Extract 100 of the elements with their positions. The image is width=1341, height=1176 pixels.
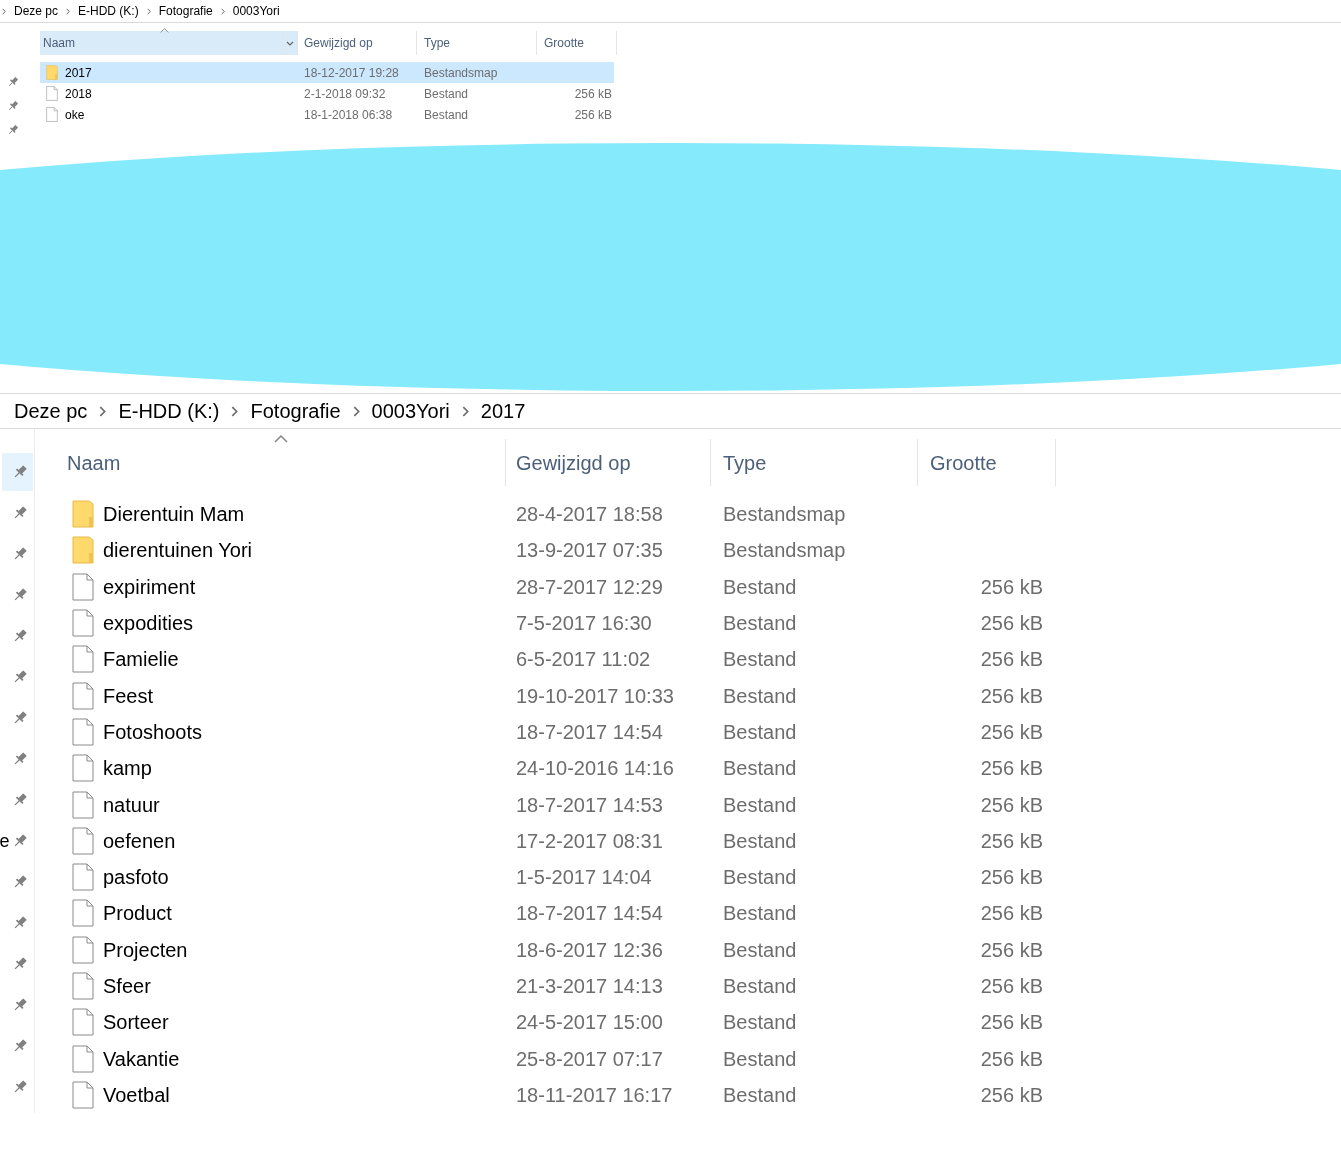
- file-size: 256 kB: [979, 719, 1044, 745]
- file-icon: [72, 609, 94, 638]
- file-row[interactable]: kamp 24-10-2016 14:16 Bestand 256 kB: [57, 750, 1056, 787]
- pin-icon[interactable]: [12, 997, 28, 1013]
- pin-icon[interactable]: [12, 710, 28, 726]
- pin-icon[interactable]: [12, 833, 28, 849]
- file-type: Bestand: [722, 647, 798, 673]
- pin-icon[interactable]: [12, 874, 28, 890]
- pin-button[interactable]: e: [1, 829, 33, 853]
- pin-icon[interactable]: [12, 628, 28, 644]
- modified-date: 1-5-2017 14:04: [515, 865, 653, 891]
- file-size: 256 kB: [979, 756, 1044, 782]
- file-type: Bestand: [722, 1046, 798, 1072]
- file-icon: [72, 790, 94, 819]
- file-size: 256 kB: [573, 85, 613, 103]
- chevron-icon: [99, 405, 107, 417]
- column-header[interactable]: Gewijzigd op: [298, 31, 417, 55]
- pin-icon[interactable]: [12, 505, 28, 521]
- file-size: 256 kB: [979, 683, 1044, 709]
- file-row[interactable]: Vakantie 25-8-2017 07:17 Bestand 256 kB: [57, 1040, 1056, 1077]
- column-header[interactable]: Grootte: [537, 31, 617, 55]
- file-row[interactable]: Dierentuin Mam 28-4-2017 18:58 Bestandsmap: [57, 496, 1056, 533]
- file-row[interactable]: Product 18-7-2017 14:54 Bestand 256 kB: [57, 895, 1056, 932]
- breadcrumb-item[interactable]: Deze pc: [14, 2, 59, 20]
- file-name: Projecten: [103, 937, 188, 963]
- file-type: Bestand: [722, 683, 798, 709]
- file-icon: [72, 645, 94, 674]
- pin-icon[interactable]: [12, 956, 28, 972]
- file-type: Bestand: [722, 574, 798, 600]
- file-row[interactable]: oke 18-1-2018 06:38 Bestand 256 kB: [40, 104, 614, 125]
- file-size: 256 kB: [573, 106, 613, 124]
- file-name: Feest: [103, 683, 154, 709]
- file-icon: [46, 107, 58, 122]
- file-icon: [72, 717, 94, 746]
- breadcrumb-item[interactable]: Deze pc: [14, 396, 88, 426]
- file-type: Bestand: [722, 611, 798, 637]
- file-size: 256 kB: [979, 901, 1044, 927]
- file-row[interactable]: expodities 7-5-2017 16:30 Bestand 256 kB: [57, 604, 1056, 642]
- pin-icon[interactable]: [12, 792, 28, 808]
- file-type: Bestand: [722, 1082, 798, 1108]
- chevron-down-icon: [286, 40, 294, 46]
- modified-date: 7-5-2017 16:30: [515, 611, 653, 637]
- file-type: Bestand: [722, 974, 798, 999]
- file-row[interactable]: Feest 19-10-2017 10:33 Bestand 256 kB: [57, 677, 1056, 714]
- breadcrumb-item[interactable]: Fotografie: [158, 2, 213, 20]
- file-icon: [72, 681, 94, 710]
- file-row[interactable]: oefenen 17-2-2017 08:31 Bestand 256 kB: [57, 822, 1056, 859]
- file-row[interactable]: Voetbal 18-11-2017 16:17 Bestand 256 kB: [57, 1076, 1056, 1114]
- column-header[interactable]: Type: [417, 31, 537, 55]
- file-name: Product: [103, 901, 172, 927]
- file-row[interactable]: 2018 2-1-2018 09:32 Bestand 256 kB: [40, 83, 614, 104]
- file-name: expiriment: [103, 574, 196, 600]
- file-icon: [72, 899, 94, 928]
- pin-icon[interactable]: [12, 1038, 28, 1054]
- file-row[interactable]: dierentuinen Yori 13-9-2017 07:35 Bestandsmap: [57, 532, 1056, 569]
- pin-icon[interactable]: [12, 546, 28, 562]
- modified-date: 18-7-2017 14:53: [515, 792, 664, 818]
- breadcrumb-item[interactable]: 2017: [480, 396, 526, 426]
- file-row[interactable]: Famielie 6-5-2017 11:02 Bestand 256 kB: [57, 641, 1056, 678]
- breadcrumb-item[interactable]: Fotografie: [250, 396, 341, 426]
- sort-caret-icon: [160, 28, 169, 33]
- chevron-icon: [231, 405, 239, 417]
- breadcrumb-item[interactable]: 0003Yori: [232, 2, 280, 20]
- column-header[interactable]: Gewijzigd op: [506, 439, 711, 486]
- file-row[interactable]: expiriment 28-7-2017 12:29 Bestand 256 kB: [57, 568, 1056, 605]
- pin-icon[interactable]: [12, 915, 28, 931]
- file-type: Bestand: [722, 937, 798, 963]
- pin-icon[interactable]: [12, 669, 28, 685]
- folder-icon: [72, 536, 94, 565]
- column-header[interactable]: Naam: [40, 31, 283, 55]
- pin-icon[interactable]: [12, 751, 28, 767]
- breadcrumb-item[interactable]: E-HDD (K:): [118, 396, 220, 426]
- column-header[interactable]: Naam: [57, 439, 506, 486]
- file-icon: [72, 1080, 94, 1109]
- file-row[interactable]: Fotoshoots 18-7-2017 14:54 Bestand 256 kB: [57, 713, 1056, 751]
- file-row[interactable]: pasfoto 1-5-2017 14:04 Bestand 256 kB: [57, 858, 1056, 896]
- pin-icon[interactable]: [12, 464, 28, 480]
- breadcrumb-item[interactable]: 0003Yori: [371, 396, 450, 426]
- modified-date: 21-3-2017 14:13: [515, 974, 664, 999]
- modified-date: 17-2-2017 08:31: [515, 828, 664, 854]
- pin-icon[interactable]: [12, 1079, 28, 1095]
- file-row[interactable]: Sorteer 24-5-2017 15:00 Bestand 256 kB: [57, 1004, 1056, 1041]
- modified-date: 28-7-2017 12:29: [515, 574, 664, 600]
- file-row[interactable]: natuur 18-7-2017 14:53 Bestand 256 kB: [57, 786, 1056, 823]
- modified-date: 18-1-2018 06:38: [303, 106, 394, 124]
- file-name: natuur: [103, 792, 160, 818]
- file-name: Sorteer: [103, 1010, 169, 1036]
- file-row[interactable]: 2017 18-12-2017 19:28 Bestandsmap: [40, 62, 614, 83]
- pin-icon[interactable]: [12, 587, 28, 603]
- file-type: Bestandsmap: [722, 538, 847, 564]
- modified-date: 24-5-2017 15:00: [515, 1010, 664, 1036]
- column-header[interactable]: Grootte: [918, 439, 1056, 486]
- file-row[interactable]: Sfeer 21-3-2017 14:13 Bestand 256 kB: [57, 967, 1056, 1005]
- pin-button[interactable]: [1, 453, 33, 491]
- file-row[interactable]: Projecten 18-6-2017 12:36 Bestand 256 kB: [57, 931, 1056, 968]
- breadcrumb-item[interactable]: E-HDD (K:): [78, 2, 139, 20]
- file-size: 256 kB: [979, 574, 1044, 600]
- column-header[interactable]: Type: [711, 439, 918, 486]
- file-icon: [46, 86, 58, 101]
- file-icon: [72, 935, 94, 964]
